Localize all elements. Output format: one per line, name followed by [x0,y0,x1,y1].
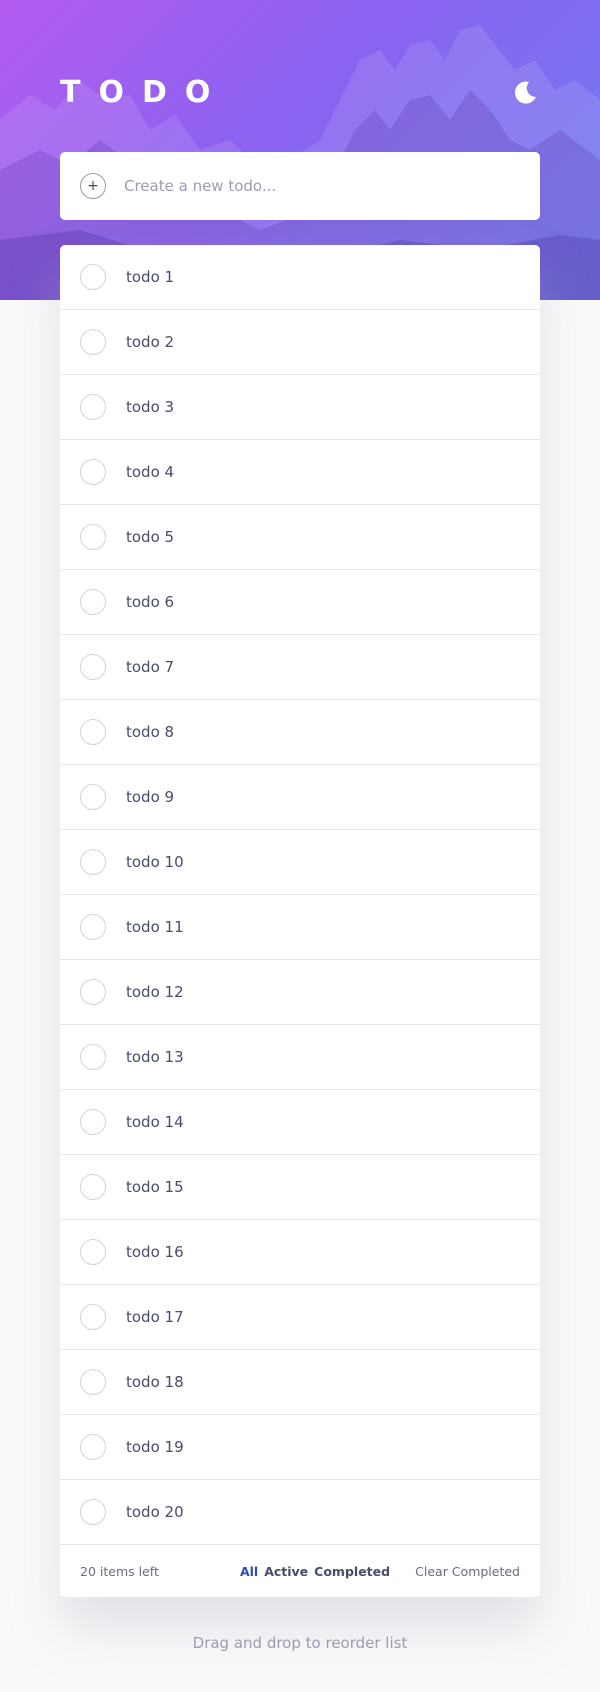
todo-item[interactable]: todo 7 [60,635,540,700]
todo-item[interactable]: todo 9 [60,765,540,830]
todo-label: todo 5 [126,528,175,546]
todo-checkbox[interactable] [80,264,106,290]
todo-label: todo 3 [126,398,175,416]
new-todo-bar: + [60,152,540,220]
todo-checkbox[interactable] [80,1174,106,1200]
reorder-hint: Drag and drop to reorder list [192,1634,408,1652]
todo-item[interactable]: todo 15 [60,1155,540,1220]
todo-item[interactable]: todo 14 [60,1090,540,1155]
todo-label: todo 15 [126,1178,184,1196]
todo-checkbox[interactable] [80,654,106,680]
todo-label: todo 18 [126,1373,184,1391]
todo-label: todo 12 [126,983,184,1001]
todo-label: todo 11 [126,918,184,936]
todo-item[interactable]: todo 1 [60,245,540,310]
todo-label: todo 13 [126,1048,184,1066]
todo-item[interactable]: todo 13 [60,1025,540,1090]
todo-checkbox[interactable] [80,1109,106,1135]
todo-label: todo 19 [126,1438,184,1456]
todo-label: todo 2 [126,333,175,351]
todo-item[interactable]: todo 5 [60,505,540,570]
todo-checkbox[interactable] [80,784,106,810]
todo-checkbox[interactable] [80,1239,106,1265]
todo-checkbox[interactable] [80,979,106,1005]
todo-checkbox[interactable] [80,1434,106,1460]
todo-checkbox[interactable] [80,1499,106,1525]
theme-toggle-button[interactable] [510,77,540,107]
todo-item[interactable]: todo 12 [60,960,540,1025]
todo-item[interactable]: todo 20 [60,1480,540,1545]
todo-item[interactable]: todo 10 [60,830,540,895]
filter-all[interactable]: All [240,1564,258,1579]
app-title: TODO [60,74,229,110]
todo-label: todo 7 [126,658,175,676]
todo-checkbox[interactable] [80,1369,106,1395]
todo-item[interactable]: todo 8 [60,700,540,765]
todo-label: todo 20 [126,1503,184,1521]
todo-label: todo 9 [126,788,175,806]
todo-checkbox[interactable] [80,1044,106,1070]
todo-item[interactable]: todo 4 [60,440,540,505]
todo-item[interactable]: todo 16 [60,1220,540,1285]
todo-checkbox[interactable] [80,914,106,940]
plus-icon: + [87,178,99,194]
todo-item[interactable]: todo 2 [60,310,540,375]
filter-completed[interactable]: Completed [314,1564,390,1579]
todo-checkbox[interactable] [80,394,106,420]
todo-checkbox[interactable] [80,329,106,355]
todo-checkbox[interactable] [80,459,106,485]
todo-checkbox[interactable] [80,719,106,745]
filter-tabs: All Active Completed [240,1564,390,1579]
todo-label: todo 16 [126,1243,184,1261]
todo-checkbox[interactable] [80,849,106,875]
todo-list: todo 1 todo 2 todo 3 todo 4 todo 5 todo 6 todo… [60,245,540,1597]
todo-checkbox[interactable] [80,589,106,615]
todo-label: todo 1 [126,268,175,286]
todo-label: todo 10 [126,853,184,871]
items-left-count: 20 items left [80,1563,159,1579]
todo-item[interactable]: todo 17 [60,1285,540,1350]
todo-label: todo 8 [126,723,175,741]
todo-label: todo 17 [126,1308,184,1326]
todo-label: todo 4 [126,463,175,481]
moon-icon [514,81,536,104]
clear-completed-button[interactable]: Clear Completed [415,1564,520,1579]
todo-label: todo 14 [126,1113,184,1131]
todo-item[interactable]: todo 18 [60,1350,540,1415]
filter-active[interactable]: Active [264,1564,308,1579]
new-todo-input[interactable] [124,177,504,195]
todo-list-footer: 20 items left All Active Completed Clear… [60,1545,540,1597]
todo-item[interactable]: todo 11 [60,895,540,960]
todo-checkbox[interactable] [80,524,106,550]
todo-item[interactable]: todo 6 [60,570,540,635]
add-todo-button[interactable]: + [80,173,106,199]
app-header: TODO [60,70,540,114]
todo-label: todo 6 [126,593,175,611]
todo-checkbox[interactable] [80,1304,106,1330]
todo-item[interactable]: todo 19 [60,1415,540,1480]
todo-item[interactable]: todo 3 [60,375,540,440]
